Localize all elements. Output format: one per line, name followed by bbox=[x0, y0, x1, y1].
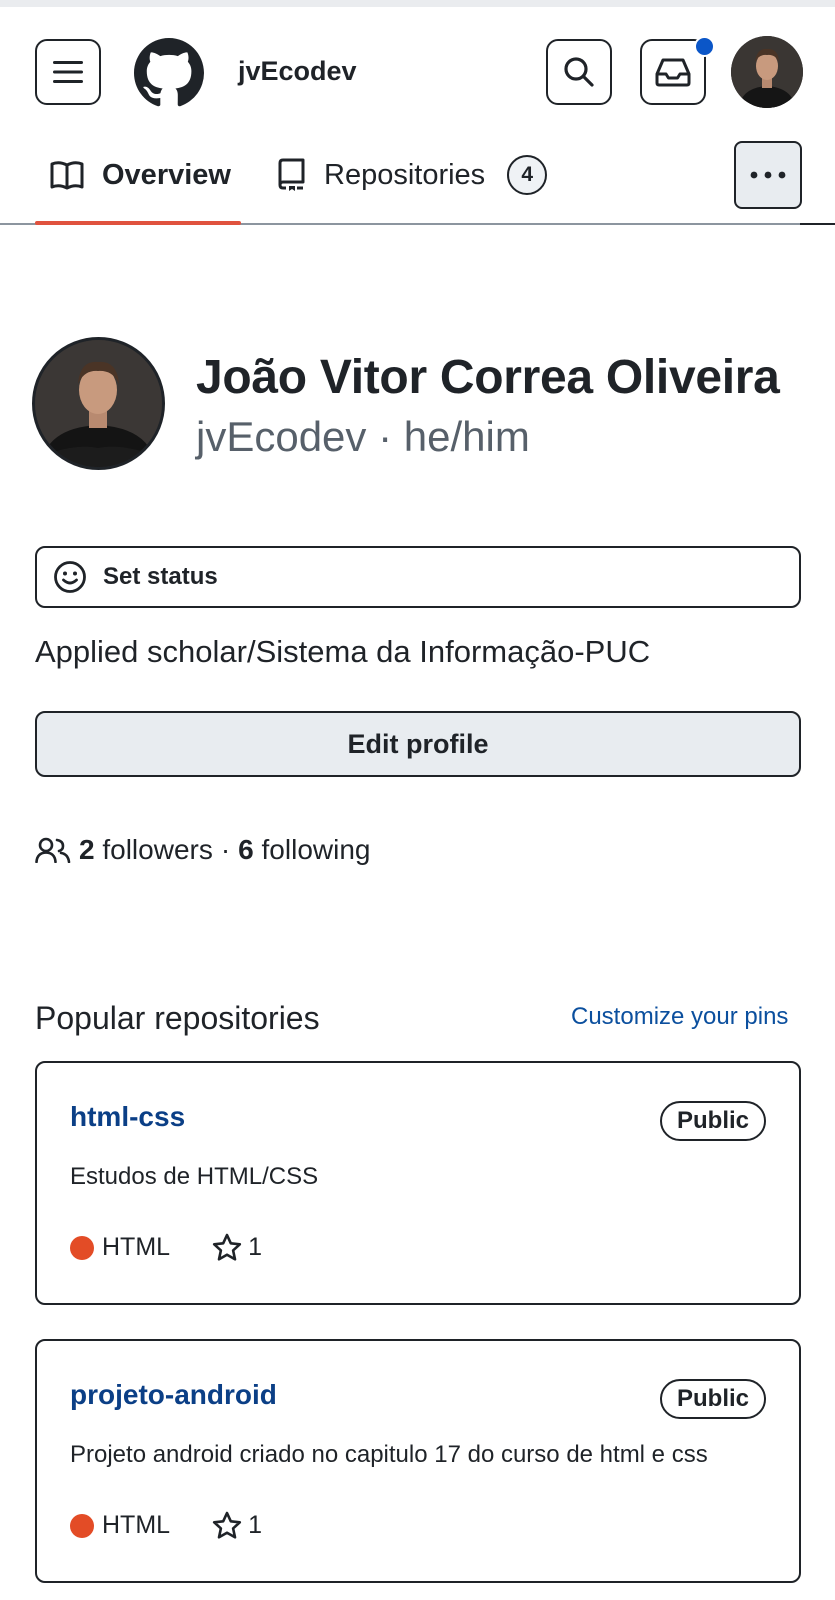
repo-stars-link[interactable]: 1 bbox=[212, 1233, 262, 1262]
tab-overview[interactable]: Overview bbox=[50, 150, 231, 200]
set-status-label: Set status bbox=[103, 563, 218, 590]
menu-button[interactable] bbox=[35, 39, 101, 105]
tab-overview-label: Overview bbox=[102, 158, 231, 191]
visibility-badge: Public bbox=[659, 1379, 766, 1419]
following-link[interactable]: 6 following bbox=[238, 834, 370, 866]
star-icon bbox=[212, 1233, 242, 1261]
repo-star-count: 1 bbox=[248, 1233, 262, 1261]
tab-repositories-label: Repositories bbox=[324, 158, 486, 191]
avatar bbox=[731, 36, 803, 108]
inbox-icon bbox=[655, 58, 691, 87]
language-color-dot bbox=[70, 1513, 94, 1538]
edit-profile-button[interactable]: Edit profile bbox=[35, 711, 801, 777]
repo-name-link[interactable]: html-css bbox=[70, 1101, 185, 1133]
repo-meta: HTML 1 bbox=[70, 1233, 262, 1262]
repo-description: Projeto android criado no capitulo 17 do… bbox=[70, 1441, 708, 1468]
language-color-dot bbox=[70, 1235, 94, 1260]
search-icon bbox=[564, 57, 594, 87]
profile-bio: Applied scholar/Sistema da Informação-PU… bbox=[35, 634, 651, 669]
hamburger-icon bbox=[53, 61, 83, 83]
repo-name-link[interactable]: projeto-android bbox=[70, 1379, 277, 1411]
repo-description: Estudos de HTML/CSS bbox=[70, 1163, 319, 1190]
tabs-divider-end bbox=[800, 223, 835, 225]
star-icon bbox=[212, 1511, 242, 1539]
notification-indicator bbox=[694, 36, 715, 57]
repo-star-count: 1 bbox=[248, 1511, 262, 1539]
header-username[interactable]: jvEcodev bbox=[238, 56, 357, 87]
repo-meta: HTML 1 bbox=[70, 1511, 262, 1540]
top-divider bbox=[0, 0, 835, 7]
followers-link[interactable]: 2 followers bbox=[79, 834, 213, 866]
repo-stars-link[interactable]: 1 bbox=[212, 1511, 262, 1540]
repo-card: projeto-android Public Projeto android c… bbox=[35, 1339, 801, 1583]
repo-language: HTML bbox=[102, 1233, 171, 1261]
smiley-icon bbox=[54, 561, 86, 593]
profile-avatar[interactable] bbox=[32, 337, 165, 470]
selected-tab-indicator bbox=[35, 221, 241, 225]
repositories-count-badge: 4 bbox=[507, 155, 548, 195]
kebab-horizontal-icon bbox=[750, 171, 786, 179]
following-label: following bbox=[261, 834, 371, 865]
tab-repositories[interactable]: Repositories 4 bbox=[278, 150, 548, 200]
popular-repositories-heading: Popular repositories bbox=[35, 1000, 320, 1036]
people-icon bbox=[35, 837, 71, 863]
set-status-button[interactable]: Set status bbox=[35, 546, 801, 608]
following-count: 6 bbox=[238, 834, 254, 865]
follow-stats: 2 followers · 6 following bbox=[35, 834, 370, 866]
avatar bbox=[35, 340, 162, 467]
follow-separator: · bbox=[220, 834, 231, 865]
search-button[interactable] bbox=[546, 39, 612, 105]
repo-icon bbox=[278, 158, 305, 191]
visibility-badge: Public bbox=[659, 1101, 766, 1141]
customize-pins-link[interactable]: Customize your pins bbox=[571, 1003, 788, 1031]
profile-full-name: João Vitor Correa Oliveira bbox=[196, 351, 780, 404]
repo-card: html-css Public Estudos de HTML/CSS HTML… bbox=[35, 1061, 801, 1305]
user-avatar-button[interactable] bbox=[731, 36, 803, 108]
repo-language: HTML bbox=[102, 1511, 171, 1539]
followers-label: followers bbox=[102, 834, 213, 865]
book-icon bbox=[50, 161, 84, 190]
github-logo-icon[interactable] bbox=[134, 38, 204, 108]
profile-handle-pronouns: jvEcodev · he/him bbox=[196, 413, 530, 460]
followers-count: 2 bbox=[79, 834, 95, 865]
more-options-button[interactable] bbox=[734, 141, 802, 209]
